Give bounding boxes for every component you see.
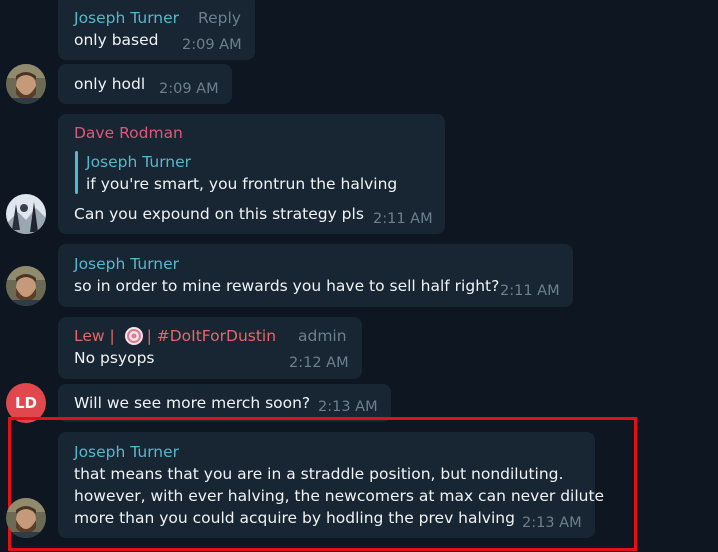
snow-photo-avatar[interactable] bbox=[6, 194, 46, 234]
bearded-man-avatar[interactable] bbox=[6, 498, 46, 538]
bearded-man-avatar[interactable] bbox=[6, 266, 46, 306]
sender-name[interactable]: Lew | | #DoItForDustin bbox=[74, 326, 276, 346]
sender-name[interactable]: Joseph Turner bbox=[74, 8, 179, 28]
bearded-man-avatar[interactable] bbox=[6, 64, 46, 104]
message-timestamp: 2:09 AM bbox=[159, 81, 219, 97]
message-text: Can you expound on this strategy pls bbox=[74, 205, 364, 223]
reply-label[interactable]: Reply bbox=[198, 8, 241, 28]
message-timestamp: 2:11 AM bbox=[373, 211, 433, 227]
sender-name[interactable]: Joseph Turner bbox=[74, 442, 179, 462]
quoted-author[interactable]: Joseph Turner bbox=[86, 152, 191, 172]
sender-name[interactable]: Dave Rodman bbox=[74, 123, 183, 143]
message-timestamp: 2:13 AM bbox=[318, 399, 378, 415]
message-timestamp: 2:09 AM bbox=[182, 37, 242, 53]
quote-bar bbox=[75, 151, 78, 194]
message-text: only based bbox=[74, 31, 159, 49]
candy-emoji-icon bbox=[124, 326, 144, 346]
message-text-line: that means that you are in a straddle po… bbox=[74, 465, 564, 483]
message-text-line: however, with ever halving, the newcomer… bbox=[74, 487, 605, 505]
message-text: No psyops bbox=[74, 349, 155, 367]
sender-name-prefix: Lew | bbox=[74, 327, 120, 345]
sender-name-suffix: | #DoItForDustin bbox=[141, 327, 277, 345]
message-timestamp: 2:13 AM bbox=[522, 515, 582, 531]
sender-name[interactable]: Joseph Turner bbox=[74, 254, 179, 274]
admin-role-label: admin bbox=[298, 327, 347, 345]
message-timestamp: 2:12 AM bbox=[289, 355, 349, 371]
message-text: so in order to mine rewards you have to … bbox=[74, 277, 500, 295]
quoted-text[interactable]: if you're smart, you frontrun the halvin… bbox=[86, 173, 397, 195]
message-text-line: more than you could acquire by hodling t… bbox=[74, 509, 515, 527]
message-text: only hodl bbox=[74, 75, 146, 93]
message-timestamp: 2:11 AM bbox=[500, 283, 560, 299]
message-text: Will we see more merch soon? bbox=[74, 394, 311, 412]
